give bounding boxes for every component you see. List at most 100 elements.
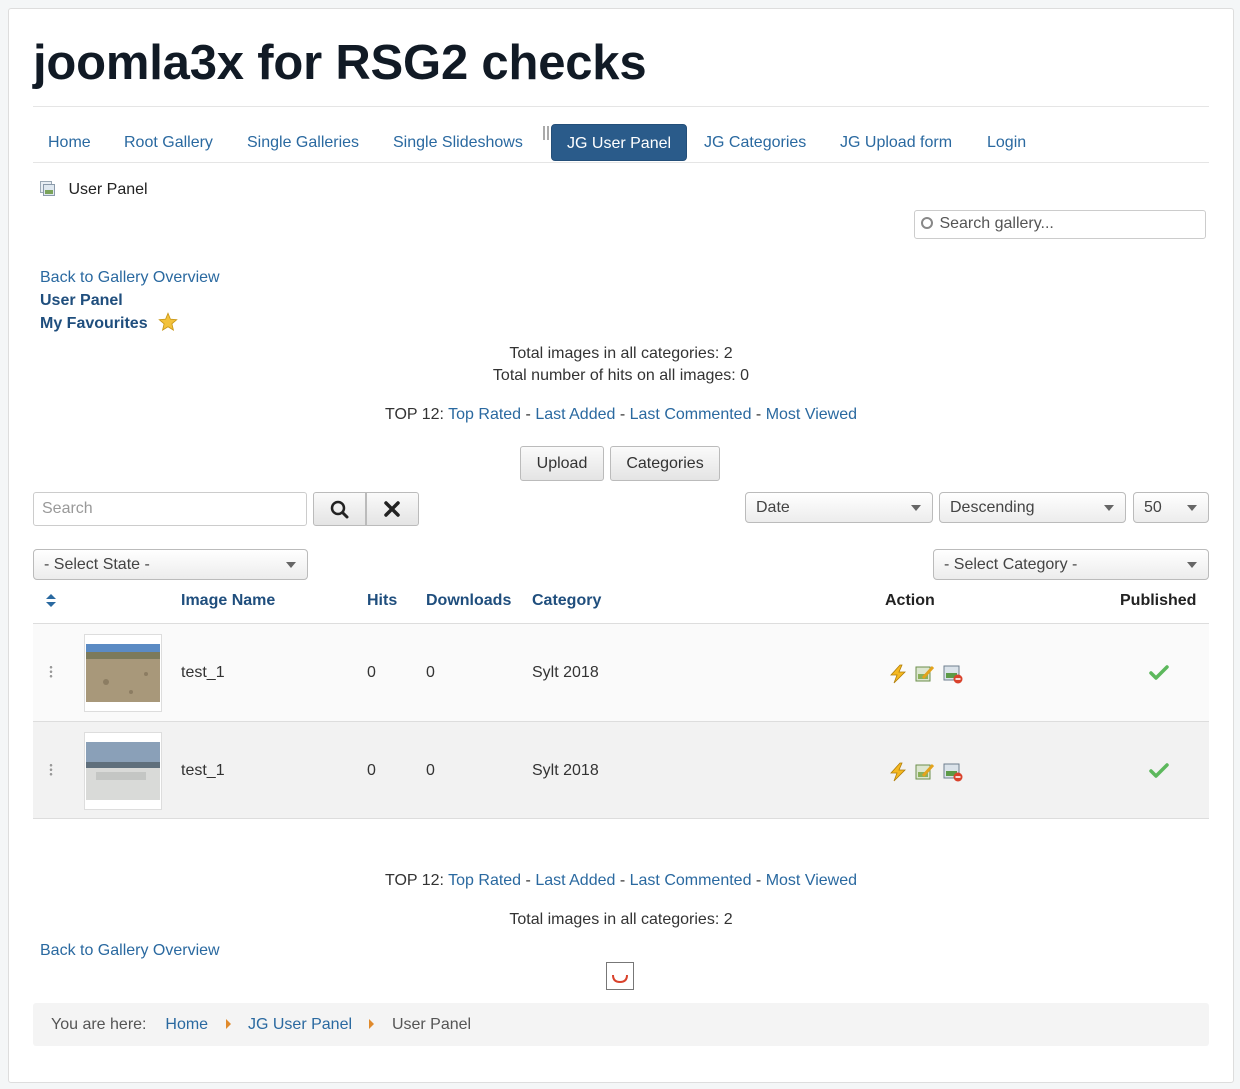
order-by-select[interactable]: Date (745, 492, 933, 523)
delete-image-icon[interactable] (943, 762, 963, 782)
lightning-icon[interactable] (888, 664, 908, 684)
edit-icon[interactable] (915, 762, 935, 782)
top12-separator: - (525, 406, 531, 423)
chevron-down-icon (286, 562, 296, 568)
nav-item-home[interactable]: Home (33, 124, 106, 161)
footer-logo-image (612, 974, 628, 984)
column-header-downloads[interactable]: Downloads (426, 592, 511, 610)
column-header-action: Action (885, 592, 935, 609)
image-name-link[interactable]: test_1 (181, 762, 225, 780)
top12-separator: - (619, 406, 626, 423)
user-panel-link[interactable]: User Panel (40, 292, 123, 309)
most-viewed-link[interactable]: Most Viewed (766, 872, 857, 889)
side-links: Back to Gallery Overview User Panel My F… (40, 267, 220, 336)
column-header-category[interactable]: Category (532, 592, 601, 610)
total-images-stat: Total images in all categories: 2 (509, 345, 733, 362)
search-icon (330, 500, 349, 519)
direction-select[interactable]: Descending (939, 492, 1126, 523)
edit-icon[interactable] (915, 664, 935, 684)
table-row: test_1 0 0 Sylt 2018 (33, 623, 1209, 721)
table-row: test_1 0 0 Sylt 2018 (33, 721, 1209, 819)
category-select[interactable]: - Select Category - (933, 549, 1209, 580)
my-favourites-link[interactable]: My Favourites (40, 315, 148, 332)
nav-item-jg-categories[interactable]: JG Categories (689, 124, 821, 161)
hits-value: 0 (367, 762, 376, 779)
back-to-overview-link-bottom[interactable]: Back to Gallery Overview (40, 942, 220, 960)
clear-button[interactable] (366, 492, 419, 526)
divider (33, 162, 1209, 163)
breadcrumb-label: You are here: (51, 1016, 147, 1033)
hits-value: 0 (367, 664, 376, 681)
delete-image-icon[interactable] (943, 664, 963, 684)
top12-separator: - (755, 406, 762, 423)
filter-search-input[interactable]: Search (33, 492, 307, 526)
top12-links-bottom: TOP 12: Top Rated - Last Added - Last Co… (33, 872, 1209, 890)
chevron-right-icon (225, 1019, 231, 1029)
order-by-value: Date (756, 499, 790, 516)
categories-button[interactable]: Categories (610, 446, 720, 481)
nav-item-jg-user-panel[interactable]: JG User Panel (551, 124, 688, 161)
nav-item-single-slideshows[interactable]: Single Slideshows (378, 124, 538, 161)
category-link[interactable]: Sylt 2018 (532, 664, 599, 682)
state-select[interactable]: - Select State - (33, 549, 308, 580)
limit-value: 50 (1144, 499, 1162, 516)
top12-separator: - (755, 872, 762, 889)
thumbnail-image (86, 644, 160, 702)
last-added-link[interactable]: Last Added (535, 872, 615, 889)
back-to-overview-link[interactable]: Back to Gallery Overview (40, 269, 220, 286)
column-header-image-name[interactable]: Image Name (181, 592, 275, 610)
downloads-value: 0 (426, 762, 435, 779)
top-rated-link[interactable]: Top Rated (448, 872, 521, 889)
top12-prefix: TOP 12: (384, 406, 444, 423)
limit-select[interactable]: 50 (1133, 492, 1209, 523)
last-commented-link[interactable]: Last Commented (630, 406, 752, 423)
breadcrumb-home[interactable]: Home (165, 1016, 208, 1033)
upload-button[interactable]: Upload (520, 446, 604, 481)
gallery-search-placeholder: Search gallery... (939, 215, 1054, 232)
column-header-hits[interactable]: Hits (367, 592, 397, 610)
downloads-value: 0 (426, 664, 435, 681)
nav-item-login[interactable]: Login (972, 124, 1041, 161)
category-value: - Select Category - (944, 556, 1078, 573)
top12-prefix: TOP 12: (384, 872, 444, 889)
star-icon (158, 312, 178, 331)
lightning-icon[interactable] (888, 762, 908, 782)
breadcrumb: You are here: Home JG User Panel User Pa… (33, 1003, 1209, 1046)
breadcrumb-jg-user-panel[interactable]: JG User Panel (248, 1016, 352, 1033)
footer-logo-icon (606, 962, 634, 990)
drag-handle-icon[interactable] (49, 763, 53, 777)
direction-value: Descending (950, 499, 1035, 516)
nav-item-jg-upload-form[interactable]: JG Upload form (825, 124, 967, 161)
search-button[interactable] (313, 492, 366, 526)
category-link[interactable]: Sylt 2018 (532, 762, 599, 780)
page-heading: User Panel (40, 181, 148, 199)
chevron-down-icon (911, 505, 921, 511)
close-icon (384, 501, 400, 517)
nav-item-single-galleries[interactable]: Single Galleries (232, 124, 374, 161)
top12-separator: - (525, 872, 531, 889)
divider (33, 106, 1209, 107)
chevron-down-icon (1187, 505, 1197, 511)
top12-links: TOP 12: Top Rated - Last Added - Last Co… (33, 406, 1209, 424)
published-check-icon[interactable] (1149, 664, 1169, 682)
top-rated-link[interactable]: Top Rated (448, 406, 521, 423)
column-header-published[interactable]: Published (1120, 592, 1196, 610)
published-check-icon[interactable] (1149, 762, 1169, 780)
sort-icon[interactable] (46, 594, 56, 608)
top12-separator: - (619, 872, 626, 889)
gallery-icon (40, 181, 55, 196)
site-title: joomla3x for RSG2 checks (33, 36, 647, 90)
drag-handle-icon[interactable] (49, 665, 53, 679)
breadcrumb-current: User Panel (391, 1016, 472, 1033)
gallery-search-input[interactable]: Search gallery... (914, 210, 1206, 239)
chevron-down-icon (1187, 562, 1197, 568)
page-container: joomla3x for RSG2 checks Home Root Galle… (8, 8, 1234, 1083)
nav-item-root-gallery[interactable]: Root Gallery (109, 124, 228, 161)
most-viewed-link[interactable]: Most Viewed (766, 406, 857, 423)
last-added-link[interactable]: Last Added (535, 406, 615, 423)
image-name-link[interactable]: test_1 (181, 664, 225, 682)
nav-separator (543, 126, 549, 140)
image-thumbnail[interactable] (84, 732, 162, 810)
last-commented-link[interactable]: Last Commented (630, 872, 752, 889)
image-thumbnail[interactable] (84, 634, 162, 712)
